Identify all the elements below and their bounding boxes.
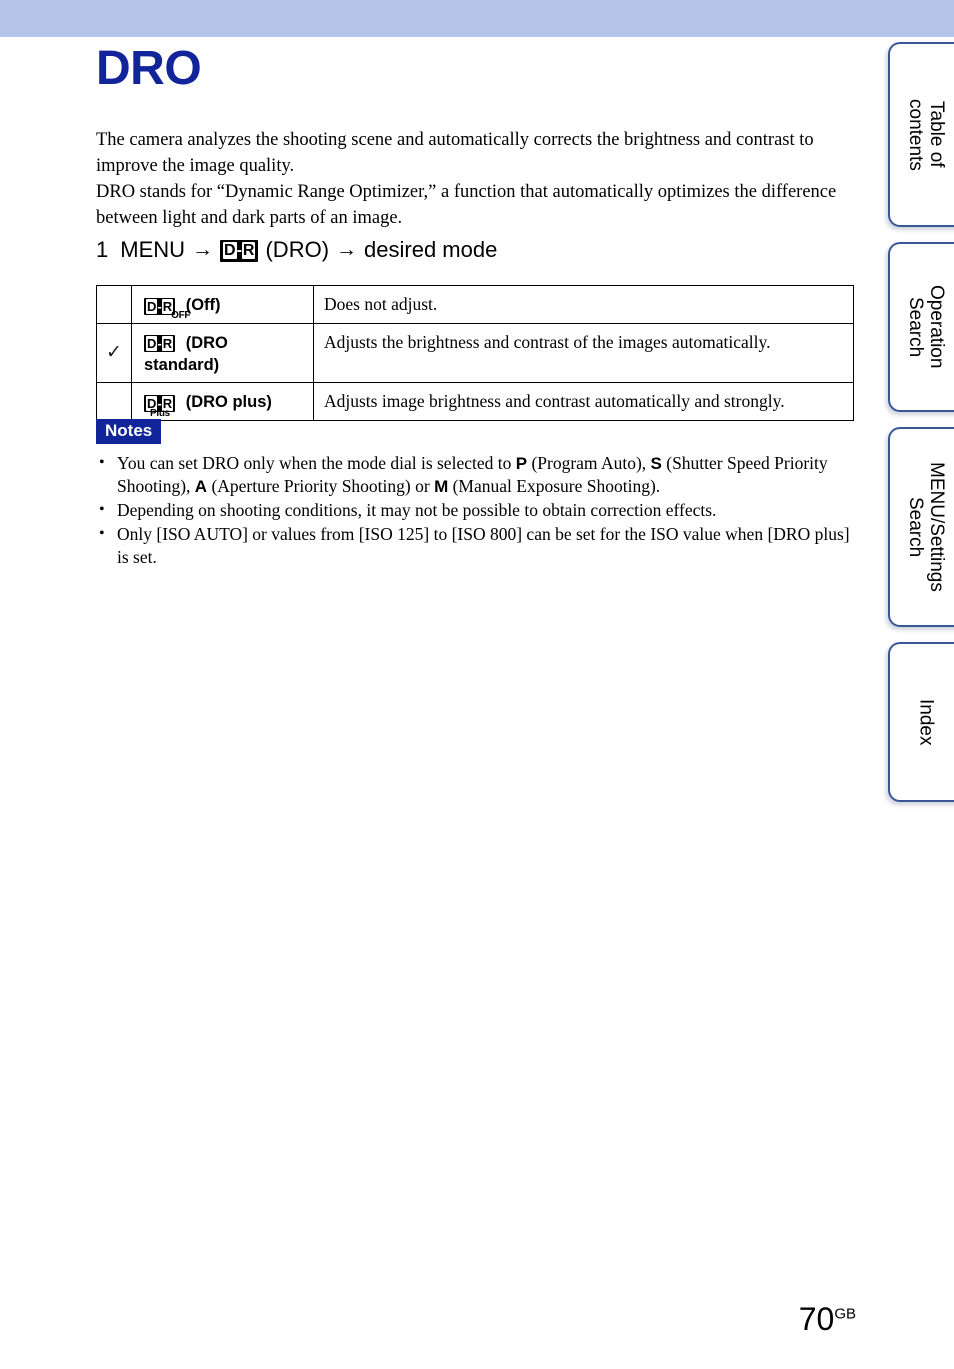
mode-letter-a: A	[194, 476, 208, 496]
dro-badge-letter-d: D	[146, 298, 158, 314]
note-text-part-2: (Program Auto),	[527, 452, 651, 473]
mode-description-cell: Does not adjust.	[313, 285, 854, 324]
sidebar-item-menu-settings-search[interactable]: MENU/Settings Search	[888, 427, 954, 627]
dro-badge-icon: D-R	[220, 237, 259, 263]
dro-plus-icon: D-R Plus	[144, 392, 176, 418]
intro-paragraph-1: The camera analyzes the shooting scene a…	[96, 130, 814, 176]
menu-label: MENU	[120, 237, 186, 262]
dro-caption: (DRO)	[265, 237, 330, 262]
page-content: DRO The camera analyzes the shooting sce…	[0, 37, 884, 1369]
dro-off-subscript: OFF	[171, 309, 191, 321]
arrow-right-icon-2: →	[336, 237, 358, 261]
dro-badge-letter-d: D	[223, 242, 237, 260]
sidebar-item-index[interactable]: Index	[888, 642, 954, 802]
dro-badge-letter-d: D	[146, 336, 158, 352]
mode-label-text: (DRO plus)	[185, 393, 272, 412]
menu-step-instruction: 1 MENU → D-R (DRO) → desired mode	[96, 237, 497, 263]
mode-description-cell: Adjusts the brightness and contrast of t…	[313, 322, 854, 384]
dro-badge-letter-r: R	[241, 242, 256, 260]
mode-label-cell: D-R (DRO standard)	[131, 322, 314, 384]
page-number: 70GB	[799, 1303, 856, 1335]
intro-paragraph-2: DRO stands for “Dynamic Range Optimizer,…	[96, 182, 837, 228]
sidebar-item-operation-search[interactable]: Operation Search	[888, 242, 954, 412]
mode-label-cell: D-R Plus (DRO plus)	[131, 382, 314, 421]
sidebar-item-label: Index	[915, 698, 937, 746]
note-text-part-5: (Manual Exposure Shooting).	[448, 475, 661, 496]
intro-text: The camera analyzes the shooting scene a…	[96, 127, 858, 231]
selected-marker-cell: ✓	[96, 322, 132, 384]
mode-letter-p: P	[515, 453, 528, 473]
sidebar-item-table-of-contents[interactable]: Table of contents	[888, 42, 954, 227]
list-item: Only [ISO AUTO] or values from [ISO 125]…	[96, 522, 858, 569]
selected-marker-cell	[96, 382, 132, 421]
dro-badge-letter-r: R	[161, 336, 174, 352]
arrow-right-icon-1: →	[192, 237, 214, 261]
page-title: DRO	[96, 42, 202, 95]
list-item: You can set DRO only when the mode dial …	[96, 451, 858, 498]
mode-label-cell: D-R OFF (Off)	[131, 285, 314, 324]
mode-label-text: (Off)	[185, 296, 221, 314]
table-row: D-R Plus (DRO plus) Adjusts image bright…	[96, 382, 854, 421]
side-tab-rail: Table of contents Operation Search MENU/…	[884, 37, 954, 802]
note-text-part-1: You can set DRO only when the mode dial …	[117, 452, 516, 473]
dro-off-icon: D-R OFF	[144, 295, 191, 320]
notes-heading: Notes	[96, 419, 162, 444]
top-banner	[0, 0, 954, 37]
mode-letter-s: S	[650, 453, 662, 473]
table-row: ✓ D-R (DRO standard) Adjusts the brightn…	[96, 322, 854, 384]
list-item: Depending on shooting conditions, it may…	[96, 498, 858, 522]
page-number-suffix: GB	[834, 1305, 856, 1323]
table-row: D-R OFF (Off) Does not adjust.	[96, 285, 854, 324]
checkmark-icon: ✓	[106, 342, 122, 364]
desired-mode-label: desired mode	[364, 237, 498, 262]
sidebar-item-label: Table of contents	[905, 98, 947, 171]
selected-marker-cell	[96, 285, 132, 324]
dro-standard-icon: D-R	[144, 332, 176, 354]
mode-letter-m: M	[434, 476, 449, 496]
notes-section: Notes You can set DRO only when the mode…	[96, 419, 858, 570]
dro-mode-table: D-R OFF (Off) Does not adjust. ✓ D-R (DR…	[96, 285, 854, 421]
dro-plus-subscript: Plus	[150, 407, 170, 419]
mode-description-cell: Adjusts image brightness and contrast au…	[313, 382, 854, 421]
note-text-part-4: (Aperture Priority Shooting) or	[207, 475, 435, 496]
notes-list: You can set DRO only when the mode dial …	[96, 451, 858, 569]
sidebar-item-label: Operation Search	[905, 285, 947, 369]
sidebar-item-label: MENU/Settings Search	[905, 462, 947, 592]
step-number: 1	[96, 237, 109, 262]
page-number-value: 70	[798, 1301, 835, 1337]
